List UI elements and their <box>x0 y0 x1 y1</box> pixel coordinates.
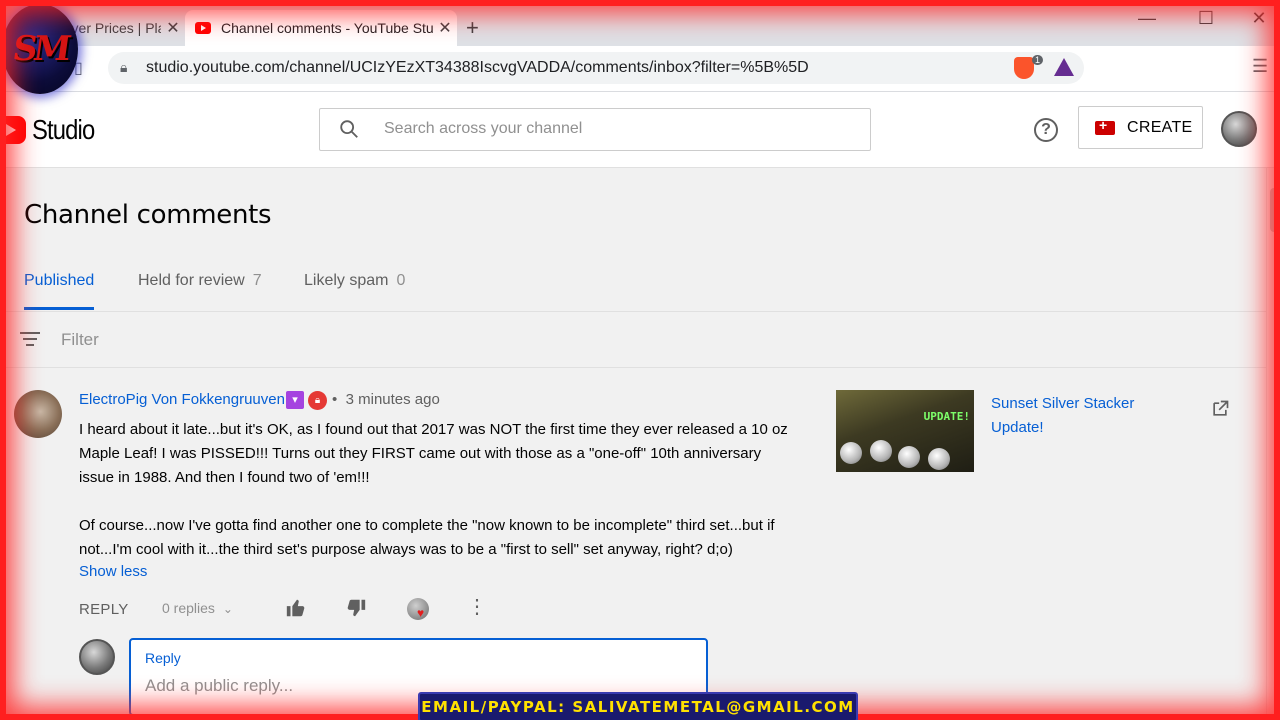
chevron-down-icon: ⌄ <box>222 602 233 616</box>
brave-shields-count: 1 <box>1032 55 1044 65</box>
thumbs-down-icon[interactable] <box>345 597 367 619</box>
screen: Silver Prices | Pla ✕ Channel comments -… <box>0 0 1280 720</box>
tab-label: Held for review <box>138 272 245 289</box>
coin-image <box>840 442 862 464</box>
active-tab-indicator <box>24 307 94 310</box>
scrollbar-thumb[interactable] <box>1270 188 1278 232</box>
close-tab-icon[interactable]: ✕ <box>161 18 185 38</box>
logo-text: SM <box>10 29 70 69</box>
comment-timestamp[interactable]: • 3 minutes ago <box>332 391 440 408</box>
page-title: Channel comments <box>24 200 272 230</box>
brave-shields-icon[interactable] <box>1014 57 1034 79</box>
comment-paragraph: I heard about it late...but it's OK, as … <box>79 421 788 486</box>
tab-published[interactable]: Published <box>24 272 94 290</box>
video-thumbnail[interactable]: UPDATE! <box>836 390 974 472</box>
new-tab-icon[interactable]: + <box>466 16 479 40</box>
create-button[interactable]: CREATE <box>1078 106 1203 149</box>
comment-tabs: Published Held for review 7 Likely spam 0 <box>0 262 1266 312</box>
account-avatar[interactable] <box>1221 111 1257 147</box>
studio-header: Studio ? CREATE <box>0 92 1280 168</box>
tab-title: Channel comments - YouTube Stu <box>221 20 433 36</box>
search-input[interactable] <box>384 120 844 138</box>
tab-held-for-review[interactable]: Held for review 7 <box>138 272 262 290</box>
more-options-icon[interactable]: ⋮ <box>467 596 487 618</box>
replies-toggle[interactable]: 0 replies ⌄ <box>162 600 233 616</box>
commenter-avatar[interactable] <box>14 390 62 438</box>
filter-bar[interactable]: Filter <box>0 312 1266 368</box>
studio-brand-text: Studio <box>32 114 95 145</box>
tab-label: Published <box>24 272 95 289</box>
external-link-icon[interactable] <box>1210 399 1230 419</box>
coin-image <box>928 448 950 470</box>
tab-count: 7 <box>252 272 262 289</box>
filter-placeholder: Filter <box>61 330 99 349</box>
lock-badge-icon: 🔒︎ <box>308 391 327 410</box>
filter-icon[interactable] <box>20 332 40 350</box>
creator-heart-icon[interactable] <box>407 598 429 620</box>
reply-button[interactable]: REPLY <box>79 601 129 618</box>
search-box[interactable] <box>319 108 871 151</box>
lock-icon[interactable]: 🔒︎ <box>120 59 127 76</box>
page-scrollbar[interactable] <box>1266 168 1280 720</box>
minimize-icon[interactable]: — <box>1132 8 1162 29</box>
member-badge-icon: ▾ <box>286 391 304 409</box>
create-label: CREATE <box>1127 118 1193 136</box>
show-less-link[interactable]: Show less <box>79 563 147 580</box>
tab-label: Likely spam <box>304 272 389 289</box>
tab-channel-comments[interactable]: Channel comments - YouTube Stu ✕ <box>185 10 457 46</box>
comment-actions: REPLY 0 replies ⌄ ⋮ <box>79 596 487 622</box>
comment-text: I heard about it late...but it's OK, as … <box>79 418 799 562</box>
comment-paragraph: Of course...now I've gotta find another … <box>79 517 775 558</box>
youtube-logo-icon <box>0 116 26 144</box>
brave-rewards-icon[interactable] <box>1054 58 1074 76</box>
comment-time-text: 3 minutes ago <box>345 391 440 408</box>
tab-likely-spam[interactable]: Likely spam 0 <box>304 272 405 290</box>
address-bar[interactable]: 🔒︎ studio.youtube.com/channel/UCIzYEzXT3… <box>108 52 1084 84</box>
channel-logo-overlay: SM <box>2 4 78 94</box>
close-window-icon[interactable]: ✕ <box>1244 8 1274 29</box>
video-title-link[interactable]: Sunset Silver Stacker Update! <box>991 392 1151 440</box>
browser-tab-strip: Silver Prices | Pla ✕ Channel comments -… <box>0 0 1280 46</box>
url-text: studio.youtube.com/channel/UCIzYEzXT3438… <box>146 59 809 76</box>
tab-count: 0 <box>396 272 406 289</box>
video-camera-plus-icon <box>1095 117 1115 135</box>
browser-menu-icon[interactable]: ☰ <box>1252 56 1268 77</box>
email-banner: EMAIL/PAYPAL: SALIVATEMETAL@GMAIL.COM <box>418 692 858 720</box>
replies-count: 0 replies <box>162 600 215 616</box>
coin-image <box>898 446 920 468</box>
browser-toolbar: ▯ 🔒︎ studio.youtube.com/channel/UCIzYEzX… <box>0 46 1280 92</box>
close-tab-icon[interactable]: ✕ <box>433 18 457 38</box>
help-icon[interactable]: ? <box>1034 118 1058 142</box>
youtube-favicon-icon <box>195 22 211 34</box>
separator: • <box>332 391 338 408</box>
email-banner-text: EMAIL/PAYPAL: SALIVATEMETAL@GMAIL.COM <box>421 698 855 716</box>
commenter-name[interactable]: ElectroPig Von Fokkengruuven <box>79 391 285 408</box>
studio-logo[interactable]: Studio <box>0 114 105 146</box>
thumbs-up-icon[interactable] <box>285 597 307 619</box>
search-icon <box>340 120 358 138</box>
maximize-icon[interactable]: ☐ <box>1191 8 1221 29</box>
coin-image <box>870 440 892 462</box>
reply-box-label: Reply <box>145 650 181 666</box>
thumbnail-text: UPDATE! <box>923 410 970 423</box>
reply-avatar <box>79 639 115 675</box>
